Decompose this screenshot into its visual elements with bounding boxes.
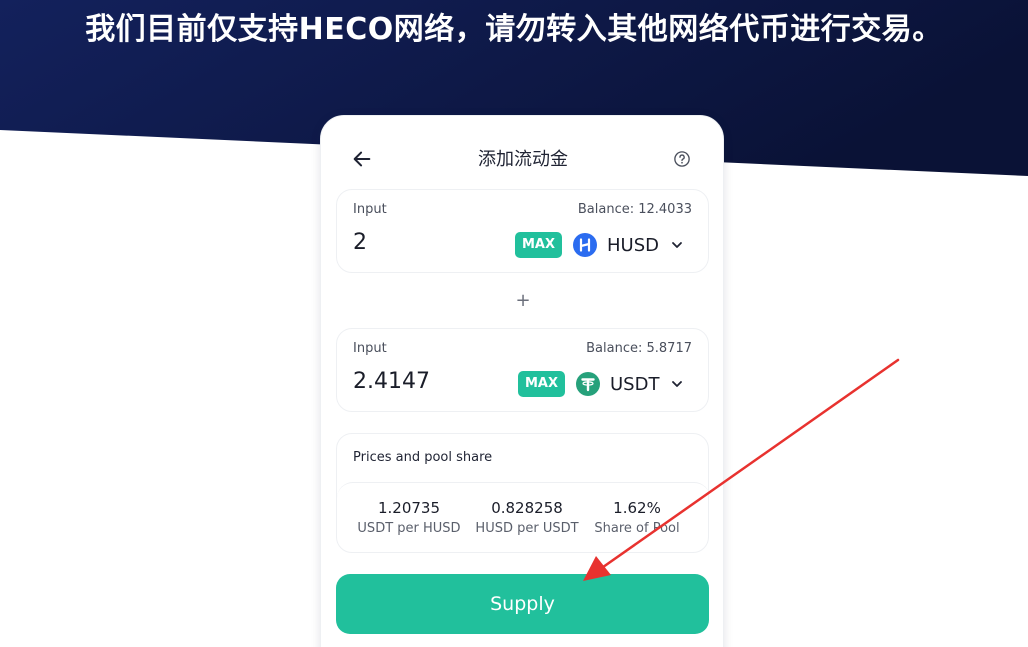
balance-label: Balance: 5.8717 — [586, 341, 692, 356]
balance-label: Balance: 12.4033 — [577, 202, 692, 217]
plus-separator: + — [515, 290, 531, 311]
add-liquidity-card: 添加流动金 Input Balance: 12.4033 MAX HUSD — [320, 115, 724, 647]
stat-value: 1.20735 — [377, 499, 441, 517]
stat-label: HUSD per USDT — [475, 521, 579, 536]
network-warning-banner: 我们目前仅支持HECO网络，请勿转入其他网络代币进行交易。 — [85, 12, 943, 47]
stat-usdt-per-husd: 1.20735 USDT per HUSD — [349, 497, 469, 539]
token-selector-usdt[interactable]: USDT — [576, 369, 683, 399]
max-button-husd[interactable]: MAX — [515, 232, 563, 258]
stat-husd-per-usdt: 0.828258 HUSD per USDT — [467, 497, 587, 539]
supply-button[interactable]: Supply — [336, 574, 709, 634]
stat-value: 1.62% — [613, 499, 661, 517]
usdt-token-icon — [576, 372, 600, 396]
input-label: Input — [353, 341, 387, 356]
amount-input-usdt[interactable] — [353, 369, 503, 394]
question-circle-icon[interactable] — [673, 150, 691, 168]
prices-pool-share-panel: Prices and pool share 1.20735 USDT per H… — [336, 433, 710, 553]
input-panel-usdt: Input Balance: 5.8717 MAX USDT — [336, 328, 709, 412]
token-symbol: USDT — [610, 373, 660, 395]
husd-token-icon — [573, 233, 597, 257]
stat-label: Share of Pool — [594, 521, 680, 536]
stat-value: 0.828258 — [491, 499, 563, 517]
page-title: 添加流动金 — [478, 149, 568, 170]
max-button-usdt[interactable]: MAX — [518, 371, 566, 397]
token-selector-husd[interactable]: HUSD — [573, 230, 683, 260]
input-label: Input — [353, 202, 387, 217]
card-header: 添加流动金 — [321, 142, 725, 178]
chevron-down-icon — [672, 242, 682, 248]
amount-input-husd[interactable] — [353, 230, 503, 255]
input-panel-husd: Input Balance: 12.4033 MAX HUSD — [336, 189, 709, 273]
stat-label: USDT per HUSD — [357, 521, 461, 536]
chevron-down-icon — [672, 381, 683, 387]
pool-share-title: Prices and pool share — [353, 450, 493, 465]
stat-share-of-pool: 1.62% Share of Pool — [577, 497, 697, 539]
token-symbol: HUSD — [607, 234, 659, 256]
pool-stats-row: 1.20735 USDT per HUSD 0.828258 HUSD per … — [337, 482, 710, 552]
page: 我们目前仅支持HECO网络，请勿转入其他网络代币进行交易。 添加流动金 Inpu… — [0, 0, 1028, 647]
